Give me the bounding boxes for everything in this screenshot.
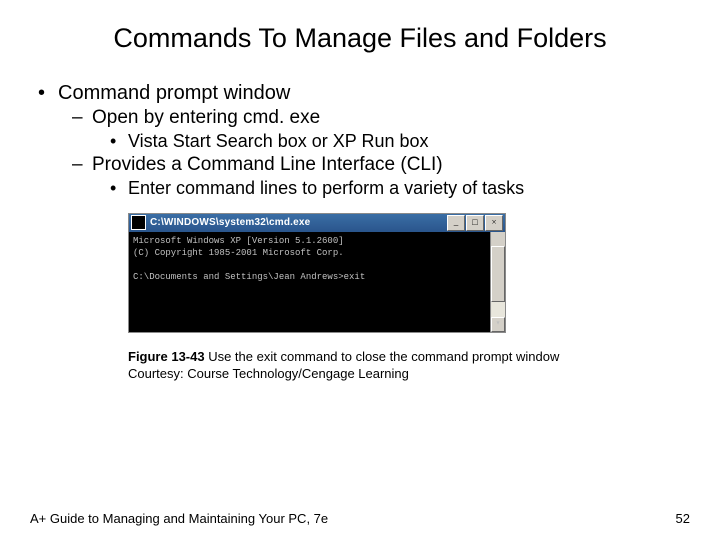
figure-courtesy: Courtesy: Course Technology/Cengage Lear… [128, 366, 409, 381]
footer-left: A+ Guide to Managing and Maintaining You… [30, 511, 328, 526]
bullet-l3a-text: Vista Start Search box or XP Run box [128, 131, 429, 151]
figure-text: Use the exit command to close the comman… [205, 349, 560, 364]
scroll-down-button[interactable]: ▾ [491, 317, 505, 332]
scroll-track[interactable] [491, 246, 505, 318]
cmd-line2: (C) Copyright 1985-2001 Microsoft Corp. [133, 248, 344, 258]
bullet-l2b-text: Provides a Command Line Interface (CLI) [92, 154, 443, 175]
scroll-thumb[interactable] [491, 246, 505, 302]
bullet-l3b-text: Enter command lines to perform a variety… [128, 178, 524, 198]
cmd-window: C:\WINDOWS\system32\cmd.exe _ □ × Micros… [128, 213, 506, 333]
bullet-l1-text: Command prompt window [58, 82, 290, 104]
cmd-scrollbar[interactable]: ▴ ▾ [490, 232, 505, 332]
window-buttons: _ □ × [447, 215, 503, 231]
cmd-title-text: C:\WINDOWS\system32\cmd.exe [150, 217, 447, 228]
bullet-l2b: Provides a Command Line Interface (CLI) … [72, 154, 690, 199]
page-number: 52 [676, 511, 690, 526]
bullet-l2a: Open by entering cmd. exe Vista Start Se… [72, 107, 690, 152]
cmd-line4: C:\Documents and Settings\Jean Andrews>e… [133, 272, 365, 282]
cmd-terminal[interactable]: Microsoft Windows XP [Version 5.1.2600] … [129, 232, 505, 332]
figure-number: Figure 13-43 [128, 349, 205, 364]
bullet-l1: Command prompt window Open by entering c… [38, 82, 690, 199]
minimize-button[interactable]: _ [447, 215, 465, 231]
slide-footer: A+ Guide to Managing and Maintaining You… [30, 511, 690, 526]
maximize-button[interactable]: □ [466, 215, 484, 231]
close-button[interactable]: × [485, 215, 503, 231]
cmd-line1: Microsoft Windows XP [Version 5.1.2600] [133, 236, 344, 246]
bullet-l2a-text: Open by entering cmd. exe [92, 107, 320, 128]
figure-caption: Figure 13-43 Use the exit command to clo… [128, 349, 628, 383]
bullet-l3b: Enter command lines to perform a variety… [110, 178, 690, 199]
bullet-l3a: Vista Start Search box or XP Run box [110, 131, 690, 152]
slide-title: Commands To Manage Files and Folders [30, 22, 690, 56]
cmd-window-figure: C:\WINDOWS\system32\cmd.exe _ □ × Micros… [128, 213, 506, 333]
cmd-titlebar: C:\WINDOWS\system32\cmd.exe _ □ × [129, 214, 505, 232]
cmd-icon [131, 215, 146, 230]
